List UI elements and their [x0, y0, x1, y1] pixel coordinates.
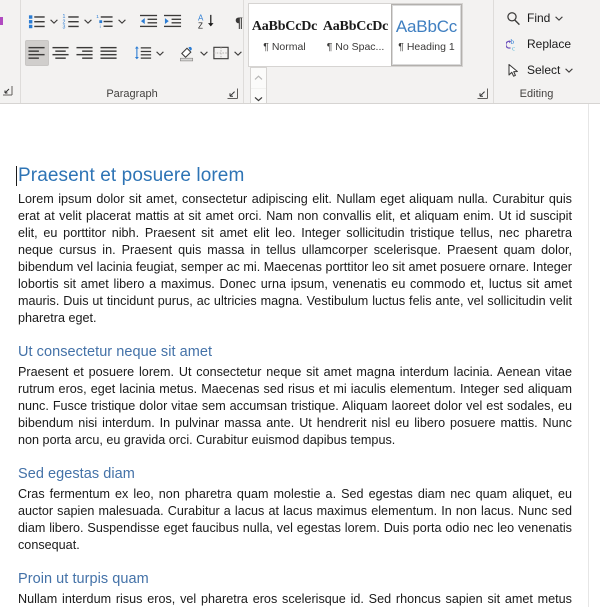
ribbon-groups: 1 2 3 1 i A Z ¶ Paragraph AaBbCcDc ¶ Nor… [0, 0, 600, 103]
justify-button[interactable] [97, 40, 121, 66]
style-name-no-spacing: ¶ No Spac... [326, 41, 385, 53]
sort-button[interactable]: A Z [195, 8, 219, 34]
replace-label: Replace [527, 37, 572, 51]
style-item-heading-1[interactable]: AaBbCc ¶ Heading 1 [391, 4, 462, 66]
svg-text:1: 1 [96, 14, 99, 20]
search-icon [504, 11, 523, 26]
select-dropdown-caret-icon[interactable] [565, 67, 574, 73]
find-button[interactable]: Find [498, 5, 575, 31]
paragraph-group-body: 1 2 3 1 i A Z ¶ [21, 0, 243, 84]
ribbon-group-styles: AaBbCcDc ¶ Normal AaBbCcDc ¶ No Spac... … [243, 0, 493, 103]
bullets-button[interactable] [25, 8, 49, 34]
replace-button[interactable]: b c Replace [498, 31, 575, 57]
document-paragraph-2[interactable]: Praesent et posuere lorem. Ut consectetu… [18, 364, 572, 449]
paragraph-row-1: 1 2 3 1 i A Z ¶ [25, 5, 243, 37]
find-label: Find [527, 11, 551, 25]
text-cursor-caret [16, 166, 17, 186]
styles-scroll-controls [250, 67, 267, 103]
style-preview-no-spacing: AaBbCcDc [322, 19, 389, 34]
select-pointer-icon [504, 63, 523, 78]
editing-group-label: Editing [519, 88, 554, 100]
styles-group-body: AaBbCcDc ¶ Normal AaBbCcDc ¶ No Spac... … [244, 0, 493, 103]
document-heading-2-c[interactable]: Proin ut turpis quam [18, 570, 572, 589]
document-body[interactable]: Praesent et posuere lorem Lorem ipsum do… [0, 104, 588, 607]
styles-dialog-launcher[interactable] [476, 87, 489, 100]
align-right-button[interactable] [73, 40, 97, 66]
borders-dropdown-caret-icon[interactable] [233, 39, 243, 67]
find-dropdown-caret-icon[interactable] [555, 15, 564, 21]
document-paragraph-4[interactable]: Nullam interdum risus eros, vel pharetra… [18, 591, 572, 607]
paragraph-group-label: Paragraph [106, 88, 158, 100]
ribbon: 1 2 3 1 i A Z ¶ Paragraph AaBbCcDc ¶ Nor… [0, 0, 600, 104]
ribbon-group-paragraph: 1 2 3 1 i A Z ¶ Paragraph [20, 0, 243, 103]
align-left-button[interactable] [25, 40, 49, 66]
document-paragraph-1[interactable]: Lorem ipsum dolor sit amet, consectetur … [18, 191, 572, 327]
borders-button[interactable] [209, 40, 233, 66]
select-button[interactable]: Select [498, 57, 575, 83]
increase-indent-button[interactable] [161, 8, 185, 34]
document-heading-2-a[interactable]: Ut consectetur neque sit amet [18, 343, 572, 362]
document-canvas[interactable]: Praesent et posuere lorem Lorem ipsum do… [0, 104, 600, 607]
multilevel-list-dropdown-caret-icon[interactable] [117, 7, 127, 35]
style-name-normal: ¶ Normal [263, 41, 306, 53]
align-center-button[interactable] [49, 40, 73, 66]
numbering-button[interactable]: 1 2 3 [59, 8, 83, 34]
style-name-heading-1: ¶ Heading 1 [398, 41, 455, 53]
svg-text:c: c [512, 44, 515, 52]
document-heading-1[interactable]: Praesent et posuere lorem [16, 164, 572, 188]
clipboard-dialog-launcher[interactable] [1, 84, 14, 97]
style-preview-normal: AaBbCcDc [251, 19, 318, 34]
document-page[interactable]: Praesent et posuere lorem Lorem ipsum do… [0, 104, 589, 607]
paragraph-dialog-launcher[interactable] [226, 87, 239, 100]
styles-scroll-down-icon[interactable] [251, 89, 266, 103]
svg-text:¶: ¶ [235, 15, 243, 29]
replace-icon: b c [504, 37, 523, 52]
shading-dropdown-caret-icon[interactable] [199, 39, 209, 67]
bullets-dropdown-caret-icon[interactable] [49, 7, 59, 35]
line-spacing-dropdown-caret-icon[interactable] [155, 39, 165, 67]
styles-gallery[interactable]: AaBbCcDc ¶ Normal AaBbCcDc ¶ No Spac... … [248, 3, 463, 67]
svg-text:3: 3 [62, 25, 65, 29]
shading-button[interactable] [175, 40, 199, 66]
style-preview-heading-1: AaBbCc [395, 17, 458, 36]
decrease-indent-button[interactable] [137, 8, 161, 34]
style-item-normal[interactable]: AaBbCcDc ¶ Normal [249, 4, 320, 66]
ribbon-group-clipboard-partial [0, 0, 20, 103]
document-heading-1-text: Praesent et posuere lorem [18, 165, 245, 186]
document-paragraph-3[interactable]: Cras fermentum ex leo, non pharetra quam… [18, 486, 572, 554]
style-item-no-spacing[interactable]: AaBbCcDc ¶ No Spac... [320, 4, 391, 66]
document-heading-2-b[interactable]: Sed egestas diam [18, 465, 572, 484]
editing-group-body: Find b c Replace Select [494, 0, 579, 84]
paragraph-row-2 [25, 37, 242, 69]
ribbon-group-editing: Find b c Replace Select Editing [493, 0, 579, 103]
svg-text:Z: Z [198, 21, 203, 29]
styles-scroll-up-icon[interactable] [251, 68, 266, 89]
multilevel-list-button[interactable]: 1 i [93, 8, 117, 34]
svg-text:i: i [100, 24, 101, 29]
numbering-dropdown-caret-icon[interactable] [83, 7, 93, 35]
format-painter-color-swatch-icon [0, 17, 3, 25]
line-spacing-button[interactable] [131, 40, 155, 66]
select-label: Select [527, 63, 561, 77]
